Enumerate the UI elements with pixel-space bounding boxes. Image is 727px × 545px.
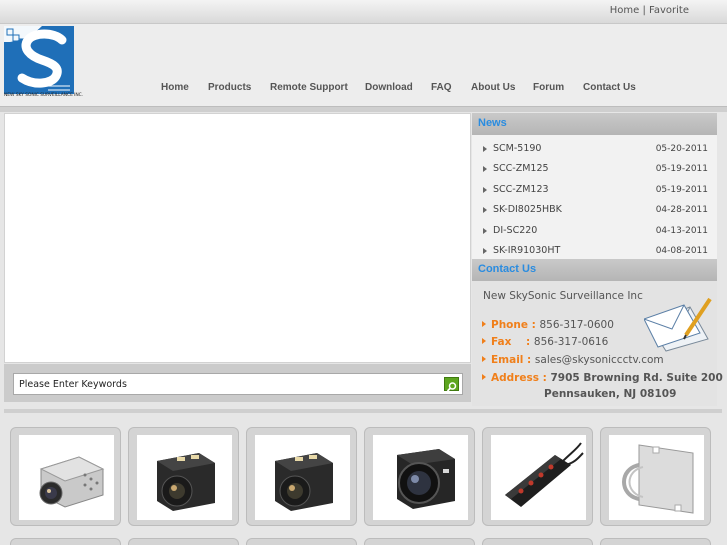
news-item[interactable]: SK-DI8025HBK 04-28-2011 bbox=[472, 202, 717, 222]
address-label: Address : bbox=[491, 372, 547, 384]
product-tile[interactable] bbox=[128, 427, 239, 526]
news-panel: News SCM-5190 05-20-2011 SCC-ZM125 05-19… bbox=[472, 113, 717, 259]
product-tile[interactable] bbox=[600, 427, 711, 526]
search-button[interactable] bbox=[444, 377, 459, 392]
envelope-pen-icon bbox=[644, 297, 712, 352]
box-camera-icon bbox=[397, 449, 455, 509]
product-image-frame bbox=[137, 435, 232, 520]
product-tile-partial bbox=[364, 538, 475, 545]
bullet-arrow-icon bbox=[483, 207, 487, 214]
news-item[interactable]: SCM-5190 05-20-2011 bbox=[472, 141, 717, 161]
bullet-arrow-icon bbox=[483, 146, 487, 152]
news-item-date: 04-08-2011 bbox=[655, 245, 708, 256]
email-label: Email : bbox=[491, 354, 532, 366]
header-divider bbox=[0, 106, 727, 112]
search-input[interactable] bbox=[14, 374, 440, 394]
search-bar bbox=[4, 364, 471, 402]
site-header: NEW SKY SONIC SURVEILLANCE INC. Home Pro… bbox=[0, 24, 727, 106]
news-item-date: 05-20-2011 bbox=[655, 144, 708, 154]
block-camera-icon bbox=[275, 453, 333, 511]
phone-value: 856-317-0600 bbox=[539, 319, 614, 331]
top-link-home[interactable]: Home bbox=[610, 5, 640, 16]
news-item-date: 04-13-2011 bbox=[655, 225, 708, 236]
bullet-arrow-icon bbox=[483, 186, 487, 193]
bullet-arrow-icon bbox=[483, 247, 487, 254]
product-tile-partial bbox=[600, 538, 711, 545]
nav-download[interactable]: Download bbox=[365, 82, 413, 93]
address-line-2: Pennsauken, NJ 08109 bbox=[544, 388, 677, 400]
contact-panel: Contact Us New SkySonic Surveillance Inc… bbox=[472, 259, 723, 406]
nav-forum[interactable]: Forum bbox=[533, 82, 564, 93]
nav-contact-us[interactable]: Contact Us bbox=[583, 82, 636, 93]
news-item-title: SK-IR91030HT bbox=[493, 244, 561, 256]
bullet-arrow-icon bbox=[482, 321, 486, 327]
pole-mount-bracket-icon bbox=[622, 444, 694, 514]
contact-address: Address : 7905 Browning Rd. Suite 200 bbox=[482, 372, 723, 384]
address-line-1: 7905 Browning Rd. Suite 200 bbox=[550, 372, 723, 384]
nav-about-us[interactable]: About Us bbox=[471, 82, 515, 93]
phone-label: Phone : bbox=[491, 319, 536, 331]
email-value[interactable]: sales@skysoniccctv.com bbox=[535, 354, 664, 366]
news-item-title: SCC-ZM123 bbox=[493, 183, 549, 195]
product-tile[interactable] bbox=[482, 427, 593, 526]
news-item-date: 04-28-2011 bbox=[655, 205, 708, 216]
bullet-arrow-icon bbox=[483, 166, 487, 173]
fax-value: 856-317-0616 bbox=[533, 336, 609, 348]
news-item-date: 05-19-2011 bbox=[655, 184, 708, 195]
contact-phone: Phone : 856-317-0600 bbox=[482, 319, 614, 331]
fax-label: Fax : bbox=[491, 336, 531, 348]
nav-home[interactable]: Home bbox=[161, 82, 189, 93]
top-link-favorite[interactable]: Favorite bbox=[649, 5, 689, 16]
bullet-arrow-icon bbox=[483, 227, 487, 234]
news-item-title: SK-DI8025HBK bbox=[493, 204, 562, 216]
product-image-frame bbox=[491, 435, 586, 520]
bullet-arrow-icon bbox=[482, 338, 486, 344]
news-list: SCM-5190 05-20-2011 SCC-ZM125 05-19-2011… bbox=[472, 135, 717, 263]
product-image-frame bbox=[609, 435, 704, 520]
product-tile-partial bbox=[246, 538, 357, 545]
news-heading: News bbox=[472, 113, 717, 135]
news-item-title: DI-SC220 bbox=[493, 224, 538, 236]
search-icon bbox=[446, 382, 457, 392]
product-image-frame bbox=[19, 435, 114, 520]
product-tile-partial bbox=[128, 538, 239, 545]
search-box bbox=[13, 373, 463, 395]
news-item-date: 05-19-2011 bbox=[655, 164, 708, 175]
block-camera-icon bbox=[157, 453, 215, 511]
product-tile[interactable] bbox=[246, 427, 357, 526]
news-item-title: SCM-5190 bbox=[493, 143, 542, 154]
nav-faq[interactable]: FAQ bbox=[431, 82, 452, 93]
top-links: Home | Favorite bbox=[610, 5, 689, 16]
news-item[interactable]: SCC-ZM125 05-19-2011 bbox=[472, 161, 717, 181]
news-item[interactable]: SCC-ZM123 05-19-2011 bbox=[472, 182, 717, 202]
zoom-camera-module-icon bbox=[39, 456, 105, 508]
news-item[interactable]: DI-SC220 04-13-2011 bbox=[472, 223, 717, 243]
product-tile[interactable] bbox=[364, 427, 475, 526]
bullet-arrow-icon bbox=[482, 374, 486, 380]
main-banner-area bbox=[4, 113, 471, 363]
product-tile[interactable] bbox=[10, 427, 121, 526]
content-divider bbox=[4, 409, 722, 413]
contact-email: Email : sales@skysoniccctv.com bbox=[482, 354, 664, 366]
news-item-title: SCC-ZM125 bbox=[493, 163, 549, 175]
product-image-frame bbox=[255, 435, 350, 520]
contact-heading: Contact Us bbox=[472, 259, 717, 281]
power-distribution-box-icon bbox=[505, 442, 584, 507]
product-tile-partial bbox=[482, 538, 593, 545]
nav-remote-support[interactable]: Remote Support bbox=[270, 82, 348, 93]
product-tile-partial bbox=[10, 538, 121, 545]
nav-products[interactable]: Products bbox=[208, 82, 251, 93]
logo-caption: NEW SKY SONIC SURVEILLANCE INC. bbox=[4, 93, 84, 98]
company-name: New SkySonic Surveillance Inc bbox=[483, 290, 643, 302]
contact-fax: Fax : 856-317-0616 bbox=[482, 336, 608, 348]
top-link-separator: | bbox=[642, 5, 646, 16]
bullet-arrow-icon bbox=[482, 356, 486, 362]
top-utility-bar: Home | Favorite bbox=[0, 0, 727, 24]
product-image-frame bbox=[373, 435, 468, 520]
